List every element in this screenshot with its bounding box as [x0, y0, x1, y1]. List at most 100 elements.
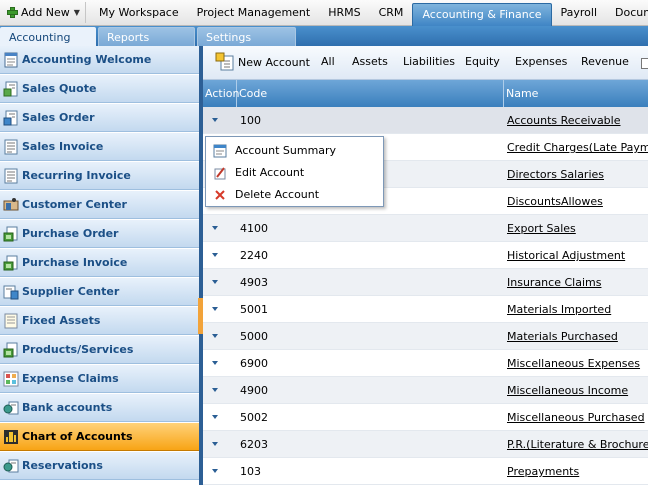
- filter-liabilities-button[interactable]: Liabilities: [403, 55, 455, 68]
- cell-name-link[interactable]: Miscellaneous Expenses: [507, 350, 640, 377]
- table-row[interactable]: 6900 Miscellaneous Expenses: [203, 350, 648, 377]
- sidebar-item-accounting-welcome[interactable]: Accounting Welcome: [0, 46, 199, 74]
- edit-icon: [213, 166, 227, 180]
- sidebar-item-label: Recurring Invoice: [22, 169, 131, 182]
- menu-item-label: Edit Account: [235, 166, 305, 179]
- menu-item-edit-account[interactable]: Edit Account: [206, 162, 383, 183]
- cell-name-link[interactable]: Export Sales: [507, 215, 576, 242]
- sidebar-item-label: Sales Order: [22, 111, 95, 124]
- column-header-name[interactable]: Name: [504, 80, 648, 107]
- cell-name-link[interactable]: Miscellaneous Purchased: [507, 404, 645, 431]
- topnav-documents[interactable]: Documents: [606, 0, 648, 26]
- topnav-my-workspace[interactable]: My Workspace: [90, 0, 188, 26]
- sidebar-item-sales-invoice[interactable]: Sales Invoice: [0, 133, 199, 161]
- table-row[interactable]: 103 Prepayments: [203, 458, 648, 485]
- cell-name-link[interactable]: P.R.(Literature & Brochures: [507, 431, 648, 458]
- filter-expenses-button[interactable]: Expenses: [515, 55, 567, 68]
- new-account-button[interactable]: New Account: [215, 52, 310, 72]
- sidebar-item-label: Sales Invoice: [22, 140, 104, 153]
- sidebar-item-chart-of-accounts[interactable]: Chart of Accounts: [0, 423, 199, 451]
- row-action-dropdown-icon[interactable]: [212, 469, 218, 473]
- sidebar-item-sales-quote[interactable]: Sales Quote: [0, 75, 199, 103]
- cell-name-link[interactable]: DiscountsAllowes: [507, 188, 603, 215]
- expense-icon: [3, 371, 19, 387]
- column-header-code[interactable]: Code: [237, 80, 504, 107]
- sidebar-item-label: Sales Quote: [22, 82, 97, 95]
- sidebar-item-bank-accounts[interactable]: Bank accounts: [0, 394, 199, 422]
- chevron-down-icon: ▼: [73, 8, 80, 17]
- sidebar-item-purchase-order[interactable]: Purchase Order: [0, 220, 199, 248]
- menu-item-label: Account Summary: [235, 144, 337, 157]
- topnav-payroll[interactable]: Payroll: [552, 0, 607, 26]
- plus-icon: [7, 7, 18, 18]
- row-action-dropdown-icon[interactable]: [212, 307, 218, 311]
- table-row[interactable]: 4900 Miscellaneous Income: [203, 377, 648, 404]
- purchase-invoice-icon: [3, 255, 19, 271]
- row-action-dropdown-icon[interactable]: [212, 118, 218, 122]
- row-action-dropdown-icon[interactable]: [212, 280, 218, 284]
- table-row[interactable]: 2240 Historical Adjustment: [203, 242, 648, 269]
- menu-item-delete-account[interactable]: Delete Account: [206, 184, 383, 205]
- cell-name-link[interactable]: Insurance Claims: [507, 269, 601, 296]
- row-action-dropdown-icon[interactable]: [212, 334, 218, 338]
- topnav-project-management[interactable]: Project Management: [188, 0, 320, 26]
- table-row[interactable]: 5002 Miscellaneous Purchased: [203, 404, 648, 431]
- grid-header: Action Code Name: [203, 80, 648, 107]
- fixed-assets-icon: [3, 313, 19, 329]
- order-document-icon: [3, 110, 19, 126]
- sidebar-item-recurring-invoice[interactable]: Recurring Invoice: [0, 162, 199, 190]
- table-row[interactable]: 5001 Materials Imported: [203, 296, 648, 323]
- filter-revenue-button[interactable]: Revenue: [581, 55, 629, 68]
- table-row[interactable]: 5000 Materials Purchased: [203, 323, 648, 350]
- table-row[interactable]: 4903 Insurance Claims: [203, 269, 648, 296]
- sidebar-item-products-services[interactable]: Products/Services: [0, 336, 199, 364]
- tab-reports[interactable]: Reports: [98, 27, 195, 46]
- tab-accounting[interactable]: Accounting: [0, 27, 96, 46]
- cell-name-link[interactable]: Prepayments: [507, 458, 579, 485]
- tab-settings[interactable]: Settings: [197, 27, 296, 46]
- sidebar-item-sales-order[interactable]: Sales Order: [0, 104, 199, 132]
- add-new-button[interactable]: Add New ▼: [2, 2, 86, 23]
- menu-item-account-summary[interactable]: Account Summary: [206, 140, 383, 161]
- sidebar-item-customer-center[interactable]: Customer Center: [0, 191, 199, 219]
- overflow-menu-icon[interactable]: [641, 58, 648, 69]
- row-action-dropdown-icon[interactable]: [212, 361, 218, 365]
- filter-assets-button[interactable]: Assets: [352, 55, 388, 68]
- cell-code: 5002: [240, 411, 268, 424]
- cell-name-link[interactable]: Credit Charges(Late Payment: [507, 134, 648, 161]
- cell-name-link[interactable]: Materials Imported: [507, 296, 611, 323]
- cell-name-link[interactable]: Miscellaneous Income: [507, 377, 628, 404]
- purchase-order-icon: [3, 226, 19, 242]
- topnav-accounting-finance[interactable]: Accounting & Finance: [412, 3, 552, 26]
- cell-code: 5001: [240, 303, 268, 316]
- row-action-dropdown-icon[interactable]: [212, 442, 218, 446]
- topnav-hrms[interactable]: HRMS: [319, 0, 369, 26]
- sidebar-item-expense-claims[interactable]: Expense Claims: [0, 365, 199, 393]
- cell-code: 6203: [240, 438, 268, 451]
- table-row[interactable]: 100 Accounts Receivable: [203, 107, 648, 134]
- row-action-dropdown-icon[interactable]: [212, 388, 218, 392]
- products-icon: [3, 342, 19, 358]
- table-row[interactable]: 4100 Export Sales: [203, 215, 648, 242]
- sidebar-item-purchase-invoice[interactable]: Purchase Invoice: [0, 249, 199, 277]
- sidebar-item-fixed-assets[interactable]: Fixed Assets: [0, 307, 199, 335]
- filter-equity-button[interactable]: Equity: [465, 55, 500, 68]
- sidebar-item-label: Supplier Center: [22, 285, 120, 298]
- cell-name-link[interactable]: Materials Purchased: [507, 323, 618, 350]
- row-action-dropdown-icon[interactable]: [212, 226, 218, 230]
- cell-name-link[interactable]: Directors Salaries: [507, 161, 604, 188]
- row-action-dropdown-icon[interactable]: [212, 253, 218, 257]
- invoice-document-icon: [3, 139, 19, 155]
- topnav-crm[interactable]: CRM: [370, 0, 413, 26]
- top-nav: My Workspace Project Management HRMS CRM…: [90, 0, 648, 26]
- sidebar-item-supplier-center[interactable]: Supplier Center: [0, 278, 199, 306]
- cell-name-link[interactable]: Accounts Receivable: [507, 107, 621, 134]
- table-row[interactable]: 6203 P.R.(Literature & Brochures: [203, 431, 648, 458]
- cell-name-link[interactable]: Historical Adjustment: [507, 242, 625, 269]
- row-action-dropdown-icon[interactable]: [212, 415, 218, 419]
- filter-all-button[interactable]: All: [321, 55, 335, 68]
- sidebar-item-label: Bank accounts: [22, 401, 113, 414]
- supplier-icon: [3, 284, 19, 300]
- column-header-action[interactable]: Action: [203, 80, 239, 107]
- sidebar-item-reservations[interactable]: Reservations: [0, 452, 199, 480]
